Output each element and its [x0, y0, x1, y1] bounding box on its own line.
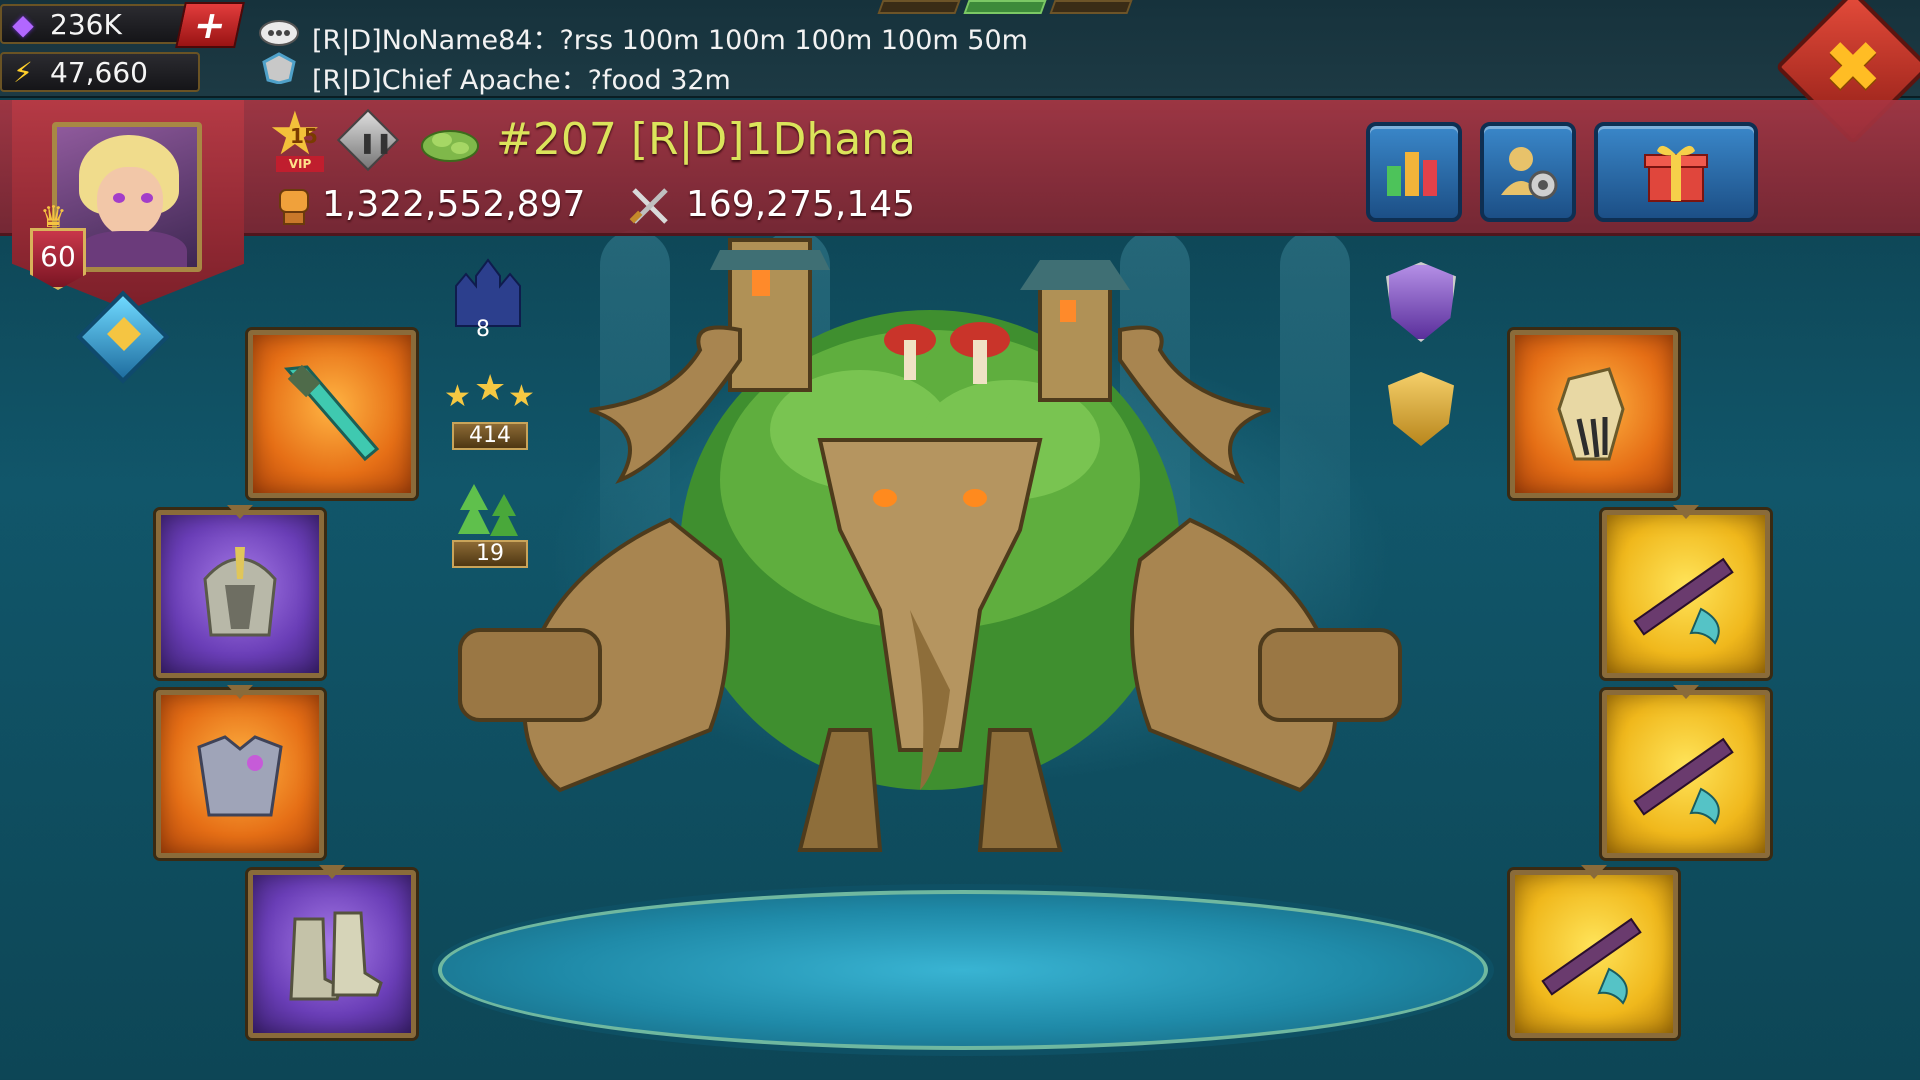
- chat-message[interactable]: [R|D]NoName84：?rss 100m 100m 100m 100m 5…: [312, 18, 1028, 57]
- page-indicator-active: [963, 0, 1047, 14]
- gems-counter[interactable]: ◆ 236K: [0, 4, 200, 44]
- might-value: 1,322,552,897: [322, 184, 586, 225]
- vip-badge[interactable]: ★ 15 VIP: [268, 104, 330, 172]
- kingdom-map-icon: [421, 130, 479, 162]
- boots-slot[interactable]: [248, 865, 416, 1038]
- player-level: 60: [40, 239, 76, 273]
- boots-icon: [289, 911, 383, 1001]
- flute-icon: [1633, 557, 1734, 645]
- stats-button[interactable]: [1366, 122, 1462, 222]
- chat-bubble-icon[interactable]: [258, 18, 300, 50]
- flute-icon: [1633, 737, 1734, 825]
- treant-monster-image: [458, 238, 1402, 852]
- helmet-icon: [203, 547, 277, 637]
- player-name: #207 [R|D]1Dhana: [496, 114, 917, 165]
- page-indicator: [877, 0, 961, 14]
- gem-icon: ◆: [12, 7, 34, 41]
- gauntlets-icon: [1557, 367, 1625, 461]
- pause-icon: ❚❚: [359, 130, 393, 154]
- helmet-slot[interactable]: [156, 505, 324, 678]
- accessory-slot-3[interactable]: [1510, 865, 1678, 1038]
- close-icon[interactable]: ✖: [1812, 26, 1894, 108]
- stats-chart-icon: [1387, 152, 1437, 196]
- vip-tag: VIP: [276, 156, 324, 172]
- kills-value: 169,275,145: [686, 184, 916, 225]
- gift-button[interactable]: [1594, 122, 1758, 222]
- gift-icon: [1644, 145, 1708, 202]
- add-gems-label: +: [189, 3, 231, 47]
- page-indicator: [1049, 0, 1133, 14]
- sword-icon: [283, 364, 380, 462]
- armor-slot[interactable]: [156, 685, 324, 858]
- lightning-icon: ⚡: [13, 55, 33, 89]
- crossed-swords-icon: [629, 188, 668, 224]
- chest-armor-icon: [197, 735, 283, 817]
- accessory-slot-1[interactable]: [1602, 505, 1770, 678]
- energy-value: 47,660: [50, 55, 148, 89]
- flute-icon: [1541, 917, 1642, 1005]
- gloves-slot[interactable]: [1510, 330, 1678, 498]
- vip-level: 15: [290, 124, 318, 148]
- guild-chat-icon[interactable]: [258, 52, 300, 84]
- might-fist-icon: [279, 189, 309, 225]
- account-settings-button[interactable]: [1480, 122, 1576, 222]
- accessory-slot-2[interactable]: [1602, 685, 1770, 858]
- chat-message[interactable]: [R|D]Chief Apache：?food 32m: [312, 58, 731, 97]
- gems-value: 236K: [50, 7, 122, 41]
- weapon-slot[interactable]: [248, 330, 416, 498]
- energy-counter[interactable]: ⚡ 47,660: [0, 52, 200, 92]
- account-settings-icon: [1501, 147, 1558, 200]
- add-gems-button[interactable]: +: [175, 2, 245, 48]
